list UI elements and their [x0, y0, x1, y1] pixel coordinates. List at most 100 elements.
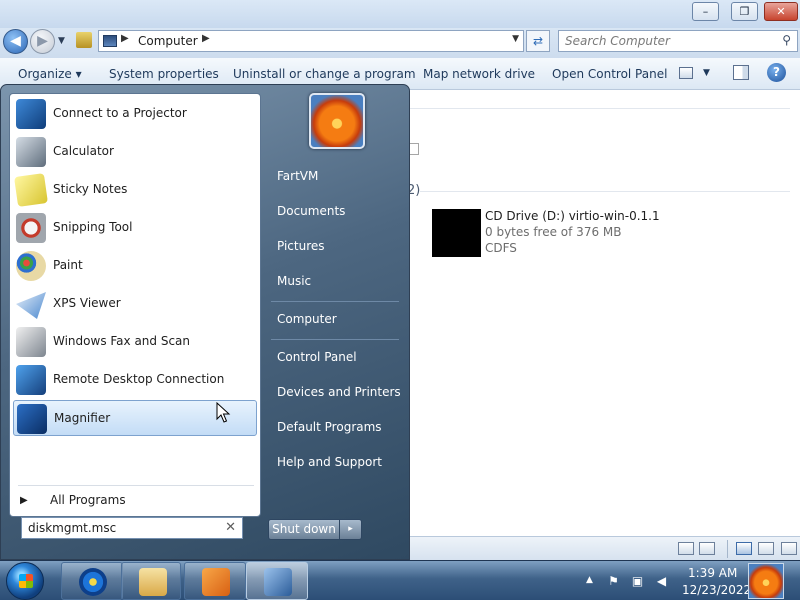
drive-free-space: 0 bytes free of 376 MB	[485, 225, 622, 239]
open-control-panel-button[interactable]: Open Control Panel	[552, 67, 667, 81]
all-programs-button[interactable]: All Programs	[50, 493, 126, 507]
address-bar[interactable]: ▶ Computer ▶ ▼	[98, 30, 524, 52]
volume-muted-icon[interactable]: ◀	[654, 574, 669, 588]
start-menu: Connect to a Projector Calculator Sticky…	[0, 84, 410, 560]
all-programs-arrow-icon[interactable]: ▶	[20, 495, 28, 506]
search-placeholder: Search Computer	[565, 34, 670, 48]
search-icon[interactable]: ⚲	[782, 33, 791, 47]
recent-pages-dropdown-icon[interactable]: ▼	[58, 36, 65, 46]
layout-details-pane-icon[interactable]	[758, 542, 774, 555]
folder-icon	[139, 568, 167, 596]
action-center-flag-icon[interactable]: ⚑	[606, 574, 621, 588]
drive-filesystem: CDFS	[485, 241, 517, 255]
start-button[interactable]	[6, 562, 44, 600]
breadcrumb-arrow-icon[interactable]: ▶	[202, 33, 210, 44]
program-label: Remote Desktop Connection	[53, 372, 225, 386]
paint-icon	[16, 251, 46, 281]
start-link-computer[interactable]: Computer	[277, 312, 337, 326]
program-item[interactable]: Paint	[13, 248, 257, 284]
breadcrumb-arrow-icon[interactable]: ▶	[121, 33, 129, 44]
close-button[interactable]: ✕	[764, 2, 798, 21]
start-link-user-folder[interactable]: FartVM	[277, 169, 318, 183]
program-item[interactable]: Sticky Notes	[13, 172, 257, 208]
map-network-drive-button[interactable]: Map network drive	[423, 67, 535, 81]
forward-button[interactable]: ▶	[30, 29, 55, 54]
view-dropdown-icon[interactable]: ▼	[703, 68, 710, 78]
layout-preview-pane-icon[interactable]	[781, 542, 797, 555]
taskbar-computer-management[interactable]	[246, 562, 308, 600]
start-link-help-support[interactable]: Help and Support	[277, 455, 382, 469]
program-item[interactable]: Calculator	[13, 134, 257, 170]
computer-management-icon	[264, 568, 292, 596]
start-link-default-programs[interactable]: Default Programs	[277, 420, 382, 434]
back-button[interactable]: ◀	[3, 29, 28, 54]
taskbar: ▲ ⚑ ▣ ◀ 1:39 AM 12/23/2022	[0, 560, 800, 600]
large-icons-view-icon[interactable]	[699, 542, 715, 555]
show-hidden-icons-icon[interactable]: ▲	[586, 575, 593, 585]
program-label: Connect to a Projector	[53, 106, 187, 120]
status-separator	[727, 540, 728, 558]
refresh-button[interactable]: ⇄	[526, 30, 550, 52]
help-icon[interactable]: ?	[767, 63, 786, 82]
change-view-icon[interactable]	[679, 67, 693, 79]
programs-divider	[18, 485, 254, 486]
show-desktop-button[interactable]	[748, 563, 784, 599]
cd-drive-icon[interactable]	[432, 209, 481, 257]
programs-pane: Connect to a Projector Calculator Sticky…	[9, 93, 261, 517]
maximize-button[interactable]: ❐	[731, 2, 758, 21]
program-item[interactable]: XPS Viewer	[13, 286, 257, 322]
program-item[interactable]: Connect to a Projector	[13, 96, 257, 132]
start-right-divider	[271, 339, 399, 340]
program-item[interactable]: Windows Fax and Scan	[13, 324, 257, 360]
title-bar: – ❐ ✕	[0, 0, 800, 28]
fax-icon	[16, 327, 46, 357]
details-view-icon[interactable]	[678, 542, 694, 555]
internet-explorer-icon	[79, 568, 107, 596]
forward-arrow-icon: ▶	[37, 33, 48, 49]
clock-time[interactable]: 1:39 AM	[688, 566, 737, 580]
breadcrumb-computer[interactable]: Computer	[138, 34, 198, 48]
taskbar-media-player[interactable]	[184, 562, 246, 600]
start-link-music[interactable]: Music	[277, 274, 311, 288]
program-item[interactable]: Snipping Tool	[13, 210, 257, 246]
projector-icon	[16, 99, 46, 129]
group-checkbox[interactable]	[409, 143, 419, 155]
clock-date[interactable]: 12/23/2022	[682, 583, 751, 597]
network-icon[interactable]: ▣	[630, 574, 645, 588]
computer-icon	[103, 35, 117, 47]
address-dropdown-icon[interactable]: ▼	[512, 34, 519, 44]
back-arrow-icon: ◀	[10, 33, 21, 49]
calculator-icon	[16, 137, 46, 167]
system-properties-button[interactable]: System properties	[109, 67, 219, 81]
shut-down-button[interactable]: Shut down	[268, 519, 340, 540]
start-search-input[interactable]: diskmgmt.msc ✕	[21, 517, 243, 539]
organize-button[interactable]: Organize ▾	[18, 67, 82, 81]
drive-name[interactable]: CD Drive (D:) virtio-win-0.1.1	[485, 209, 660, 223]
xps-viewer-icon	[16, 292, 46, 319]
group-divider	[405, 108, 790, 109]
start-right-divider	[271, 301, 399, 302]
start-link-devices-printers[interactable]: Devices and Printers	[277, 385, 401, 399]
program-label: XPS Viewer	[53, 296, 121, 310]
program-item[interactable]: Remote Desktop Connection	[13, 362, 257, 398]
search-box[interactable]: Search Computer ⚲	[558, 30, 798, 52]
start-link-control-panel[interactable]: Control Panel	[277, 350, 357, 364]
layout-single-pane-icon[interactable]	[736, 542, 752, 555]
media-player-icon	[202, 568, 230, 596]
program-label: Magnifier	[54, 411, 111, 425]
taskbar-windows-explorer[interactable]	[121, 562, 181, 600]
minimize-button[interactable]: –	[692, 2, 719, 21]
start-link-documents[interactable]: Documents	[277, 204, 345, 218]
up-folder-icon[interactable]	[76, 32, 92, 48]
start-link-pictures[interactable]: Pictures	[277, 239, 325, 253]
group-divider	[420, 191, 790, 192]
program-label: Calculator	[53, 144, 114, 158]
address-row: ◀ ▶ ▼ ▶ Computer ▶ ▼ ⇄ Search Computer ⚲	[0, 28, 800, 58]
mouse-cursor-icon	[216, 402, 231, 423]
shut-down-options-icon[interactable]: ▸	[340, 519, 362, 540]
uninstall-program-button[interactable]: Uninstall or change a program	[233, 67, 416, 81]
clear-search-icon[interactable]: ✕	[225, 520, 236, 535]
taskbar-internet-explorer[interactable]	[61, 562, 123, 600]
user-picture[interactable]	[309, 93, 365, 149]
preview-pane-icon[interactable]	[733, 65, 749, 80]
